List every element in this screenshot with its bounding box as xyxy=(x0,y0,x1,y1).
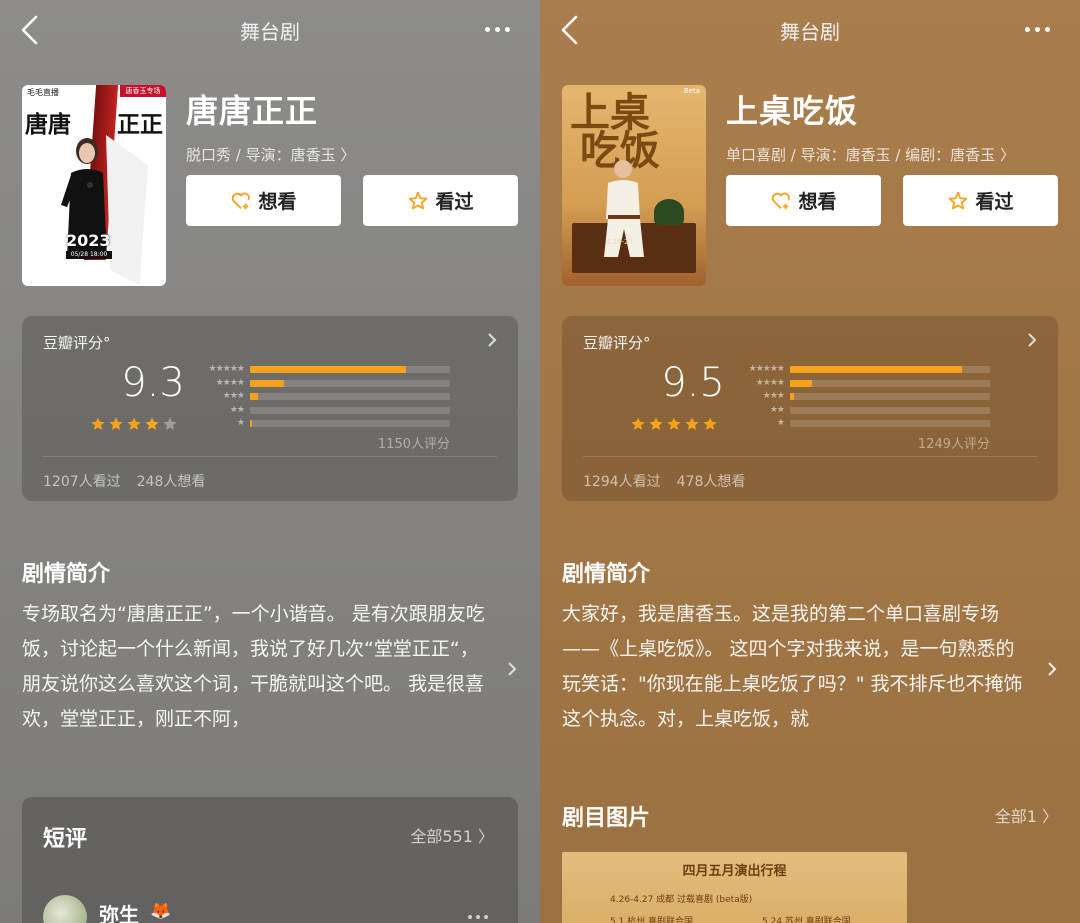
poster-image[interactable]: 毛毛直播 唐香玉专场 唐唐 正正 2023 05/28 18:00 xyxy=(22,85,166,286)
gallery-image-heading: 四月五月演出行程 xyxy=(682,864,787,879)
star-outline-icon xyxy=(409,191,428,209)
want-count: 478人想看 xyxy=(676,474,746,490)
gallery-image-line: 4.26-4.27 成都 过载喜剧 (beta版) xyxy=(610,895,753,905)
rating-bar-fill xyxy=(250,379,284,387)
seen-label: 看过 xyxy=(975,191,1014,213)
poster-tag: 唐香玉专场 xyxy=(120,85,166,97)
synopsis-text[interactable]: 大家好，我是唐香玉。这是我的第二个单口喜剧专场——《上桌吃饭》。 这四个字对我来… xyxy=(562,597,1032,737)
review-username[interactable]: 弥生 xyxy=(99,899,139,923)
right-pane: 舞台剧 Beta 上桌 吃饭 4.26-27 上桌吃饭 单口喜剧 / 导演：唐香… xyxy=(540,0,1080,923)
gallery-image-line: 5.24 苏州 喜剧联合国 xyxy=(762,917,851,923)
more-icon[interactable] xyxy=(468,915,488,919)
work-title: 唐唐正正 xyxy=(186,92,319,130)
chevron-right-icon[interactable] xyxy=(1046,660,1058,678)
rating-stats: 1294人看过 478人想看 xyxy=(583,471,761,491)
poster-beta: Beta xyxy=(683,87,700,95)
seen-label: 看过 xyxy=(435,191,474,213)
rating-bar-fill xyxy=(790,393,794,400)
gallery-image-line: 5.1 杭州 喜剧联合国 xyxy=(610,917,694,923)
seen-button[interactable]: 看过 xyxy=(903,175,1058,226)
gallery-image[interactable]: 四月五月演出行程 4.26-4.27 成都 过载喜剧 (beta版) 5.1 杭… xyxy=(562,852,907,923)
rating-bar-fill xyxy=(250,366,406,373)
seen-count: 1207人看过 xyxy=(43,474,121,490)
poster-date: 05/28 18:00 xyxy=(66,251,112,259)
chevron-right-icon[interactable] xyxy=(506,660,518,678)
rating-stats: 1207人看过 248人想看 xyxy=(43,471,221,491)
synopsis-text[interactable]: 专场取名为“唐唐正正”，一个小谐音。 是有次跟朋友吃饭，讨论起一个什么新闻，我说… xyxy=(22,597,492,737)
rating-count: 1249人评分 xyxy=(917,437,990,452)
nav-title: 舞台剧 xyxy=(240,20,300,44)
review-title: 短评 xyxy=(43,827,88,852)
star-filled-icon xyxy=(631,417,645,430)
poster-date: 4.26-27 xyxy=(606,238,634,246)
rating-stars xyxy=(630,416,718,432)
work-meta[interactable]: 脱口秀 / 导演：唐香玉 〉 xyxy=(186,144,355,165)
poster-title-1: 上桌 xyxy=(570,90,650,136)
star-empty-icon xyxy=(163,417,177,430)
star-filled-icon xyxy=(145,417,159,430)
poster-year: 2023 xyxy=(66,231,111,250)
want-count: 248人想看 xyxy=(136,474,206,490)
rating-label: 豆瓣评分° xyxy=(43,334,111,352)
chevron-right-icon xyxy=(488,333,497,347)
chevron-right-icon xyxy=(1028,333,1037,347)
poster-title-2: 正正 xyxy=(117,112,163,138)
star-filled-icon xyxy=(109,417,123,430)
want-to-see-button[interactable]: 想看 xyxy=(186,175,341,226)
work-title: 上桌吃饭 xyxy=(726,92,859,130)
want-label: 想看 xyxy=(258,191,297,213)
poster-top-text: 毛毛直播 xyxy=(27,88,59,97)
star-filled-icon xyxy=(649,417,663,430)
rating-count: 1150人评分 xyxy=(377,437,450,452)
more-icon[interactable] xyxy=(485,27,510,32)
star-filled-icon xyxy=(703,417,717,430)
rating-label: 豆瓣评分° xyxy=(583,334,651,352)
user-badge-icon: 🦊 xyxy=(150,901,172,921)
short-review-card: 短评 全部551 〉 弥生 🦊 xyxy=(22,797,518,923)
left-pane: 舞台剧 毛毛直播 唐香玉专场 唐唐 正正 2023 05/28 18:00 唐唐… xyxy=(0,0,540,923)
rating-bar-fill xyxy=(250,393,258,400)
work-meta[interactable]: 单口喜剧 / 导演：唐香玉 / 编剧：唐香玉 〉 xyxy=(726,144,1015,165)
rating-card[interactable]: 豆瓣评分° 9.5 ★★★★★ ★★★★ ★★★ ★★ ★ 1249人评分 1294人看… xyxy=(562,316,1058,501)
poster-image[interactable]: Beta 上桌 吃饭 4.26-27 xyxy=(562,85,706,286)
rating-bar-fill xyxy=(790,366,962,373)
seen-button[interactable]: 看过 xyxy=(363,175,518,226)
gallery-all-link[interactable]: 全部1 〉 xyxy=(995,803,1058,827)
heart-plus-icon xyxy=(232,192,251,209)
rating-bar-fill xyxy=(790,379,812,387)
seen-count: 1294人看过 xyxy=(583,474,661,490)
heart-plus-icon xyxy=(772,192,791,209)
nav-bar: 舞台剧 xyxy=(0,0,540,60)
want-label: 想看 xyxy=(798,191,837,213)
synopsis-title: 剧情简介 xyxy=(562,562,651,587)
avatar[interactable] xyxy=(43,895,87,923)
synopsis-title: 剧情简介 xyxy=(22,562,111,587)
star-filled-icon xyxy=(685,417,699,430)
star-filled-icon xyxy=(667,417,681,430)
performer-figure xyxy=(604,160,644,257)
want-to-see-button[interactable]: 想看 xyxy=(726,175,881,226)
nav-bar: 舞台剧 xyxy=(540,0,1080,60)
rating-stars xyxy=(90,416,178,432)
more-icon[interactable] xyxy=(1025,27,1050,32)
gallery-title: 剧目图片 xyxy=(562,806,651,831)
rating-bar-fill xyxy=(250,420,252,427)
star-filled-icon xyxy=(127,417,141,430)
nav-title: 舞台剧 xyxy=(780,20,840,44)
rating-card[interactable]: 豆瓣评分° 9.3 ★★★★★ ★★★★ ★★★ ★★ ★ 1150人评分 1207人看… xyxy=(22,316,518,501)
star-filled-icon xyxy=(91,417,105,430)
review-all-link[interactable]: 全部551 〉 xyxy=(410,823,494,847)
star-outline-icon xyxy=(949,191,968,209)
